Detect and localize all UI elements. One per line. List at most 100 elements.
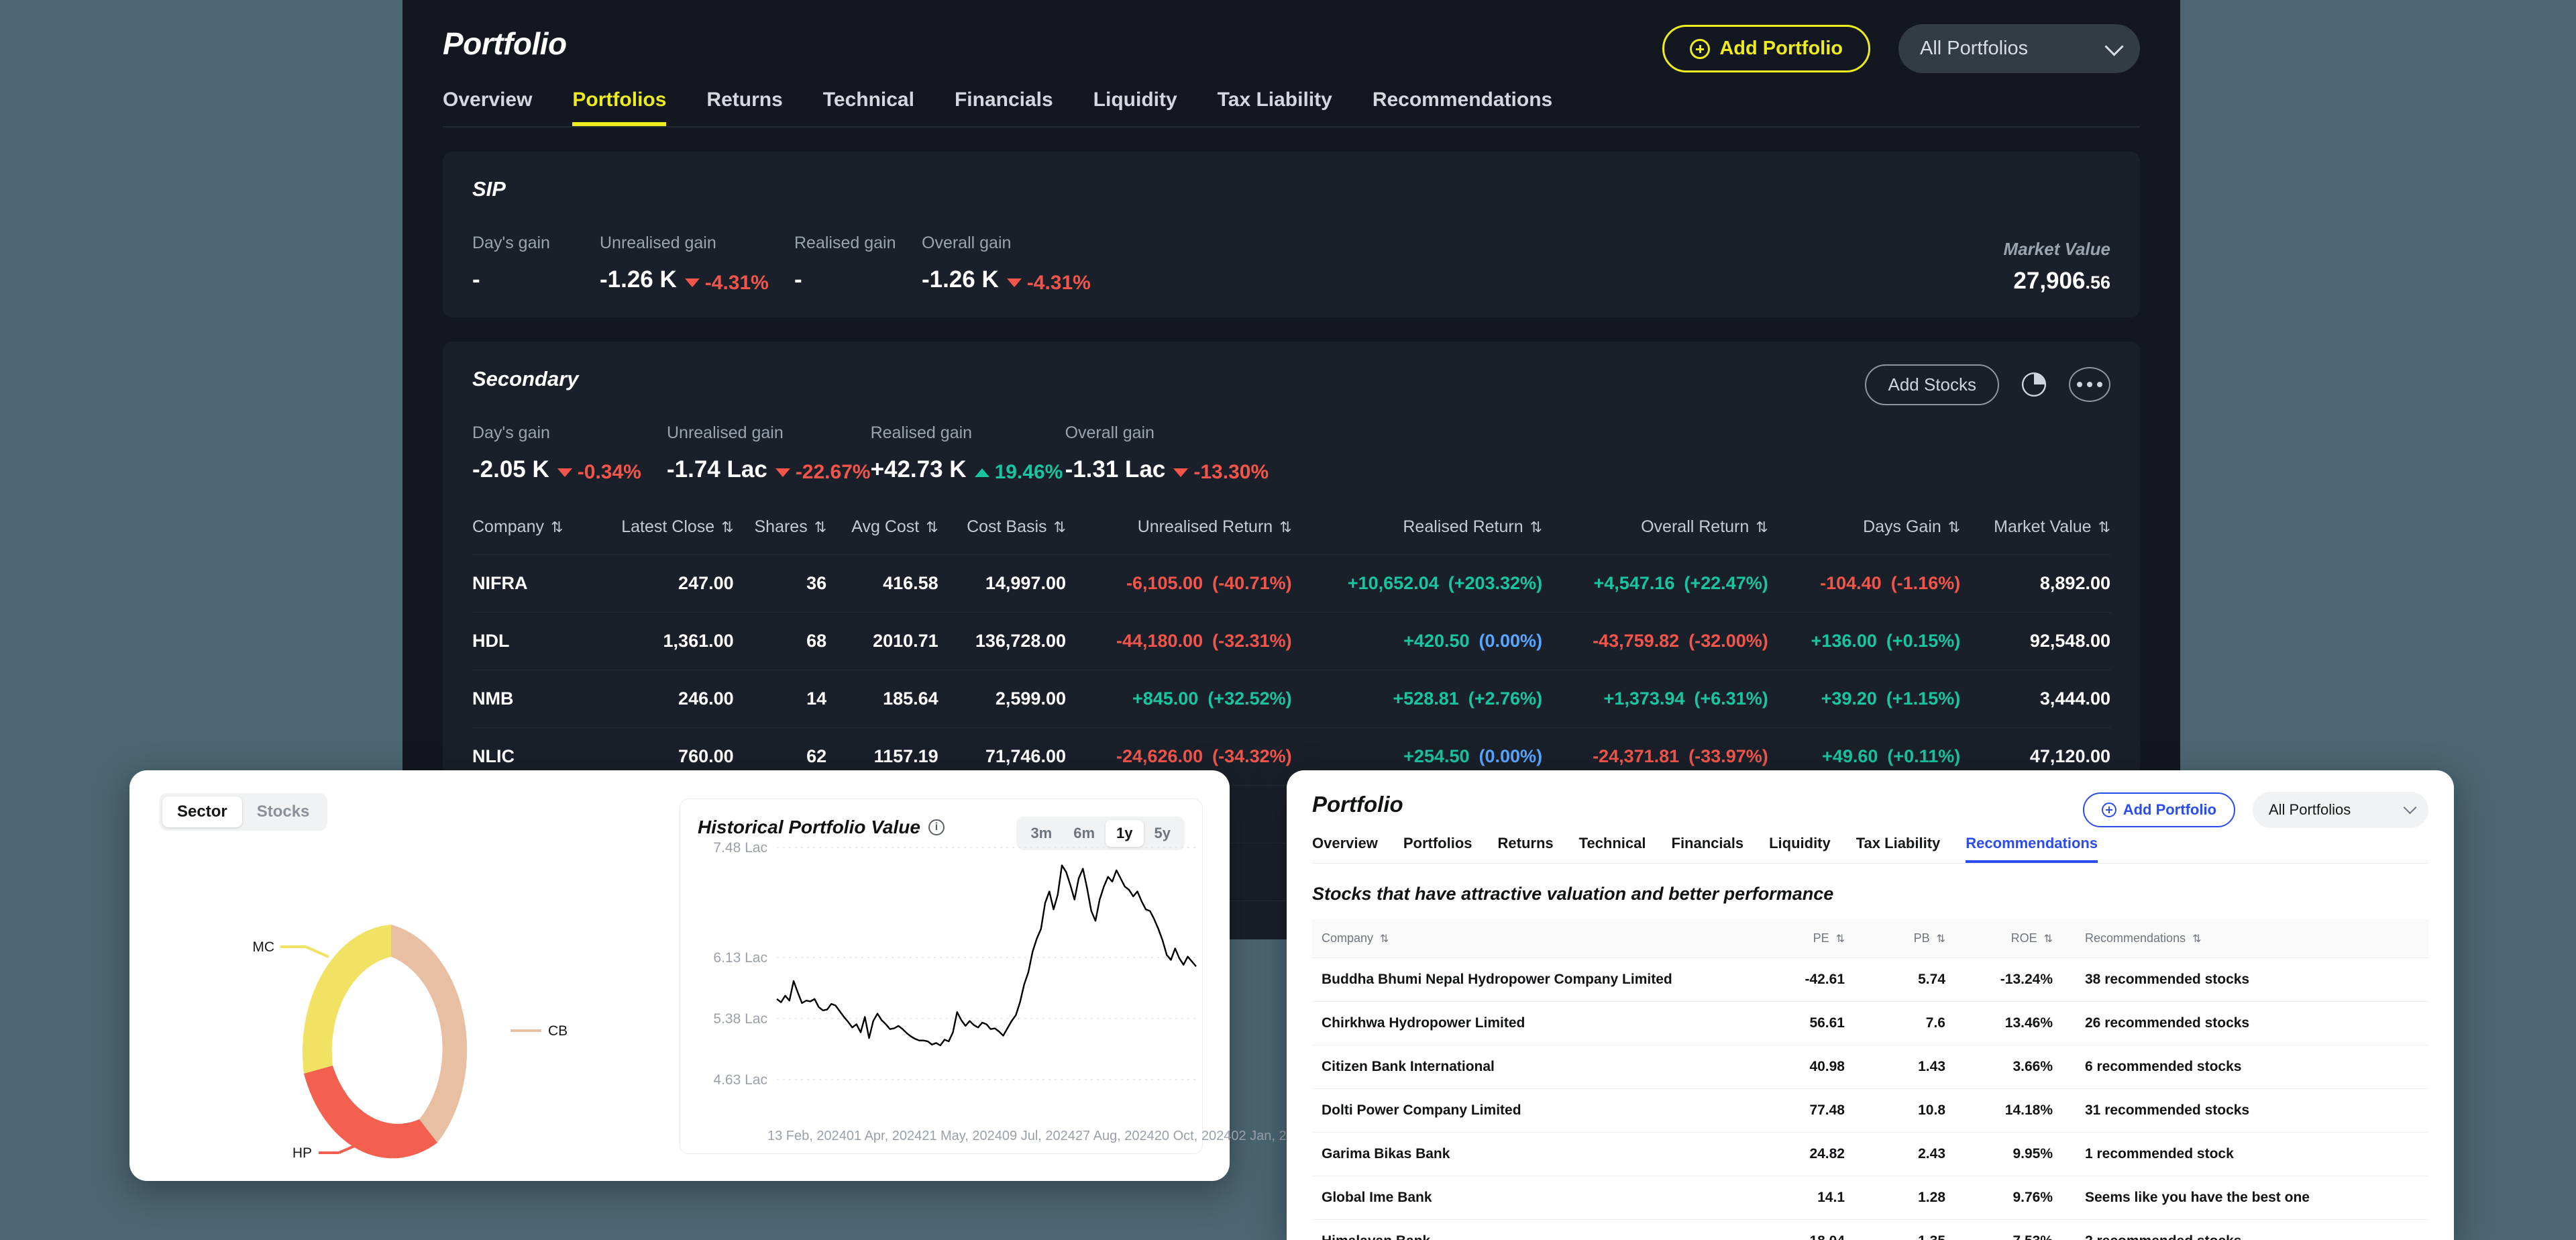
rec-recommendations-cell[interactable]: 6 recommended stocks <box>2053 1045 2428 1089</box>
stat-pct: -0.34% <box>557 461 641 484</box>
add-portfolio-button[interactable]: Add Portfolio <box>1662 25 1870 72</box>
sort-icon[interactable]: ⇅ <box>1054 519 1066 536</box>
donut-slice-cb[interactable] <box>391 925 467 1143</box>
table-row[interactable]: Global Ime Bank14.11.289.76%Seems like y… <box>1312 1176 2428 1220</box>
sort-icon[interactable]: ⇅ <box>1380 932 1389 945</box>
sort-icon[interactable]: ⇅ <box>1530 519 1542 536</box>
stat-label: Day's gain <box>472 234 600 253</box>
rec-roe-cell: 13.46% <box>1945 1002 2053 1045</box>
rec-tab-financials[interactable]: Financials <box>1672 835 1744 863</box>
stat-realised-gain: Realised gain- <box>794 234 922 295</box>
amount: -24,371.81 <box>1593 746 1679 767</box>
table-row[interactable]: Himalayan Bank18.041.357.53%2 recommende… <box>1312 1220 2428 1240</box>
rec-tab-returns[interactable]: Returns <box>1498 835 1554 863</box>
rec-roe-cell: 14.18% <box>1945 1089 2053 1133</box>
stat-amount: - <box>472 266 480 293</box>
amount: +10,652.04 <box>1348 573 1439 594</box>
stat-overall-gain: Overall gain-1.31 Lac-13.30% <box>1065 423 1269 484</box>
percent: (0.00%) <box>1479 631 1543 652</box>
tab-returns[interactable]: Returns <box>706 89 782 126</box>
donut-slice-hp[interactable] <box>304 1066 437 1158</box>
column-header-latest-close[interactable]: Latest Close⇅ <box>589 507 733 555</box>
stat-pct-text: -0.34% <box>578 461 641 484</box>
add-portfolio-button-light[interactable]: Add Portfolio <box>2083 792 2235 827</box>
rec-column-header-pe[interactable]: PE⇅ <box>1744 919 1845 958</box>
tab-technical[interactable]: Technical <box>823 89 914 126</box>
allocation-mode-sector[interactable]: Sector <box>162 796 242 827</box>
rec-recommendations-cell[interactable]: 38 recommended stocks <box>2053 958 2428 1002</box>
portfolio-select-light[interactable]: All Portfolios <box>2253 792 2428 828</box>
sort-icon[interactable]: ⇅ <box>2192 932 2201 945</box>
table-row[interactable]: Chirkhwa Hydropower Limited56.617.613.46… <box>1312 1002 2428 1045</box>
rec-tab-tax-liability[interactable]: Tax Liability <box>1856 835 1941 863</box>
column-header-unrealised-return[interactable]: Unrealised Return⇅ <box>1066 507 1292 555</box>
donut-slice-mc[interactable] <box>303 925 391 1074</box>
rec-recommendations-cell[interactable]: 26 recommended stocks <box>2053 1002 2428 1045</box>
sort-icon[interactable]: ⇅ <box>926 519 938 536</box>
table-row[interactable]: NMB246.0014185.642,599.00+845.00(+32.52%… <box>472 670 2110 728</box>
rec-recommendations-cell[interactable]: 2 recommended stocks <box>2053 1220 2428 1240</box>
table-row[interactable]: Dolti Power Company Limited77.4810.814.1… <box>1312 1089 2428 1133</box>
tab-recommendations[interactable]: Recommendations <box>1373 89 1552 126</box>
stat-value: -1.74 Lac-22.67% <box>667 456 871 484</box>
column-header-realised-return[interactable]: Realised Return⇅ <box>1292 507 1542 555</box>
sort-icon[interactable]: ⇅ <box>1279 519 1291 536</box>
column-header-avg-cost[interactable]: Avg Cost⇅ <box>826 507 938 555</box>
sort-icon[interactable]: ⇅ <box>1836 932 1845 945</box>
stat-value: -1.26 K-4.31% <box>600 266 794 295</box>
sort-icon[interactable]: ⇅ <box>1756 519 1768 536</box>
column-header-shares[interactable]: Shares⇅ <box>734 507 827 555</box>
donut-label-hp: HP <box>292 1145 312 1161</box>
tab-portfolios[interactable]: Portfolios <box>572 89 666 126</box>
add-stocks-button[interactable]: Add Stocks <box>1865 364 1999 405</box>
percent: (+32.52%) <box>1208 688 1291 709</box>
column-header-days-gain[interactable]: Days Gain⇅ <box>1768 507 1961 555</box>
plus-circle-icon <box>1690 39 1710 59</box>
column-header-company[interactable]: Company⇅ <box>472 507 589 555</box>
rec-recommendations-cell[interactable]: 31 recommended stocks <box>2053 1089 2428 1133</box>
rec-tab-overview[interactable]: Overview <box>1312 835 1378 863</box>
sort-icon[interactable]: ⇅ <box>721 519 733 536</box>
rec-column-header-pb[interactable]: PB⇅ <box>1845 919 1945 958</box>
sort-icon[interactable]: ⇅ <box>2044 932 2053 945</box>
rec-tab-recommendations[interactable]: Recommendations <box>1966 835 2098 863</box>
rec-column-header-recommendations[interactable]: Recommendations⇅ <box>2053 919 2428 958</box>
column-header-overall-return[interactable]: Overall Return⇅ <box>1542 507 1768 555</box>
table-row[interactable]: Citizen Bank International40.981.433.66%… <box>1312 1045 2428 1089</box>
tab-financials[interactable]: Financials <box>955 89 1053 126</box>
x-axis-tick-label: 21 May, 2024 <box>922 1129 1002 1144</box>
info-icon[interactable]: i <box>928 819 945 835</box>
amount: +845.00 <box>1132 688 1198 709</box>
tab-liquidity[interactable]: Liquidity <box>1093 89 1177 126</box>
rec-tab-portfolios[interactable]: Portfolios <box>1403 835 1472 863</box>
table-row[interactable]: Garima Bikas Bank24.822.439.95%1 recomme… <box>1312 1133 2428 1176</box>
rec-pb-cell: 2.43 <box>1845 1133 1945 1176</box>
percent: (-32.00%) <box>1688 631 1768 652</box>
allocation-mode-stocks[interactable]: Stocks <box>242 796 325 827</box>
cost-basis-cell: 136,728.00 <box>938 613 1066 670</box>
table-row[interactable]: HDL1,361.00682010.71136,728.00-44,180.00… <box>472 613 2110 670</box>
rec-recommendations-cell[interactable]: 1 recommended stock <box>2053 1133 2428 1176</box>
rec-tab-liquidity[interactable]: Liquidity <box>1769 835 1831 863</box>
sort-icon[interactable]: ⇅ <box>1937 932 1945 945</box>
sort-icon[interactable]: ⇅ <box>2098 519 2110 536</box>
stat-label: Day's gain <box>472 423 667 443</box>
table-row[interactable]: NIFRA247.0036416.5814,997.00-6,105.00(-4… <box>472 555 2110 613</box>
percent: (+203.32%) <box>1448 573 1542 594</box>
rec-column-header-roe[interactable]: ROE⇅ <box>1945 919 2053 958</box>
tab-overview[interactable]: Overview <box>443 89 532 126</box>
sort-icon[interactable]: ⇅ <box>551 519 563 536</box>
sort-icon[interactable]: ⇅ <box>814 519 826 536</box>
stat-pct: -4.31% <box>1007 272 1091 295</box>
column-header-market-value[interactable]: Market Value⇅ <box>1960 507 2110 555</box>
column-header-cost-basis[interactable]: Cost Basis⇅ <box>938 507 1066 555</box>
rec-column-header-company[interactable]: Company⇅ <box>1312 919 1744 958</box>
more-options-button[interactable] <box>2069 367 2110 402</box>
rec-tab-technical[interactable]: Technical <box>1579 835 1646 863</box>
realised-return-cell: +420.50(0.00%) <box>1292 613 1542 670</box>
pie-chart-icon[interactable] <box>2017 367 2051 402</box>
table-row[interactable]: Buddha Bhumi Nepal Hydropower Company Li… <box>1312 958 2428 1002</box>
tab-tax-liability[interactable]: Tax Liability <box>1218 89 1332 126</box>
sort-icon[interactable]: ⇅ <box>1948 519 1960 536</box>
portfolio-select[interactable]: All Portfolios <box>1898 24 2140 73</box>
